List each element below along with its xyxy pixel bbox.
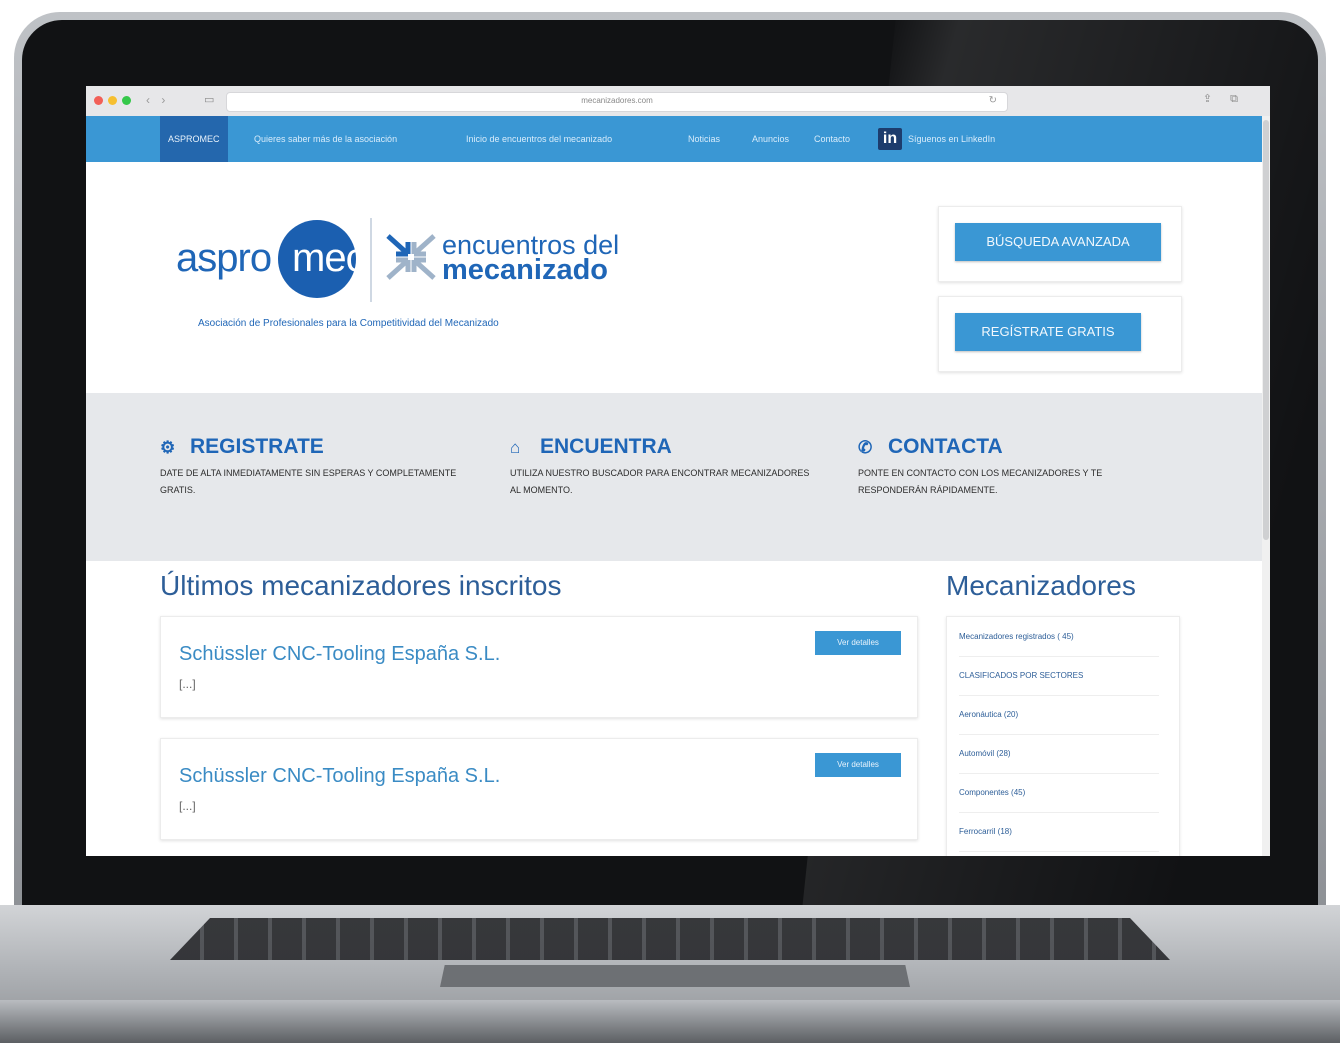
feature-find-heading: ⌂ ENCUENTRA [510,433,820,461]
company-name[interactable]: Schüssler CNC-Tooling España S.L. [179,643,500,666]
feature-find: ⌂ ENCUENTRA UTILIZA NUESTRO BUSCADOR PARA… [510,433,820,499]
sidebar-icon[interactable]: ▭ [204,93,214,106]
list-item: Schüssler CNC-Tooling España S.L. [...] … [160,616,918,718]
linkedin-icon[interactable]: in [878,128,902,150]
aspromec-logo-text-highlight: mec [292,236,366,280]
back-forward-icon[interactable]: ‹ › [146,93,169,107]
tabs-icon[interactable]: ⧉ [1230,93,1256,105]
address-bar[interactable]: mecanizadores.com ↻ [226,92,1008,112]
mecanizadores-panel: Mecanizadores registrados ( 45) CLASIFIC… [946,616,1180,856]
logo-divider [370,218,372,302]
reload-icon[interactable]: ↻ [989,95,997,106]
sidebar-item-ferrocarril[interactable]: Ferrocarril (18) [959,812,1159,852]
browser-tools: ⇪⧉ [1203,92,1256,106]
binoculars-icon: ⌂ [510,438,521,457]
nav-item-news[interactable]: Noticias [688,116,720,162]
feature-find-text: UTILIZA NUESTRO BUSCADOR PARA ENCONTRAR … [510,468,810,495]
gear-icon: ⚙ [160,438,176,457]
nav-item-ads[interactable]: Anuncios [752,116,789,162]
site-navbar: ASPROMEC Quieres saber más de la asociac… [86,116,1262,162]
maximize-window-button[interactable] [122,96,131,105]
latest-section-title: Últimos mecanizadores inscritos [160,570,562,601]
browser-toolbar: ‹ › ▭ mecanizadores.com ↻ ⇪⧉ [86,86,1270,117]
feature-register: ⚙ REGISTRATE DATE DE ALTA INMEDIATAMENTE … [160,433,470,499]
company-excerpt: [...] [179,677,196,691]
nav-item-about[interactable]: Quieres saber más de la asociación [254,116,397,162]
contact-icon: ✆ [858,438,873,457]
close-window-button[interactable] [94,96,103,105]
list-item: Schüssler CNC-Tooling España S.L. [...] … [160,738,918,840]
view-details-button[interactable]: Ver detalles [815,631,901,655]
feature-contact-heading: ✆ CONTACTA [858,433,1168,461]
advanced-search-button[interactable]: BÚSQUEDA AVANZADA [955,223,1161,261]
address-bar-url: mecanizadores.com [581,96,653,105]
register-card: REGÍSTRATE GRATIS [938,296,1182,372]
minimize-window-button[interactable] [108,96,117,105]
page-scrollbar[interactable] [1262,116,1270,856]
feature-register-title: REGISTRATE [190,435,324,458]
company-excerpt: [...] [179,799,196,813]
keyboard [170,918,1170,960]
feature-register-text: DATE DE ALTA INMEDIATAMENTE SIN ESPERAS … [160,468,457,495]
nav-item-linkedin[interactable]: Síguenos en LinkedIn [908,116,995,162]
sidebar-item-componentes[interactable]: Componentes (45) [959,773,1159,813]
scrollbar-thumb[interactable] [1263,120,1269,540]
register-free-button[interactable]: REGÍSTRATE GRATIS [955,313,1141,351]
site-tagline: Asociación de Profesionales para la Comp… [198,318,499,329]
feature-contact-text: PONTE EN CONTACTO CON LOS MECANIZADORES … [858,468,1103,495]
encuentros-arrows-icon [386,234,436,280]
feature-contact: ✆ CONTACTA PONTE EN CONTACTO CON LOS MECA… [858,433,1168,499]
sidebar-item-aeronautica[interactable]: Aeronáutica (20) [959,695,1159,735]
sidebar-item-by-sector: CLASIFICADOS POR SECTORES [959,656,1159,696]
trackpad [440,965,910,987]
feature-contact-title: CONTACTA [888,435,1003,458]
nav-item-home[interactable]: Inicio de encuentros del mecanizado [466,116,612,162]
feature-find-title: ENCUENTRA [540,435,672,458]
laptop-base-edge [0,1000,1340,1043]
nav-brand-aspromec[interactable]: ASPROMEC [160,116,228,162]
company-name[interactable]: Schüssler CNC-Tooling España S.L. [179,765,500,788]
sidebar-item-registered[interactable]: Mecanizadores registrados ( 45) [959,617,1159,657]
aspromec-logo-text: aspro [176,236,272,280]
encuentros-logo-line2: mecanizado [442,254,608,286]
nav-item-contact[interactable]: Contacto [814,116,850,162]
feature-register-heading: ⚙ REGISTRATE [160,433,470,461]
sidebar-item-automovil[interactable]: Automóvil (28) [959,734,1159,774]
advanced-search-card: BÚSQUEDA AVANZADA [938,206,1182,282]
features-band: ⚙ REGISTRATE DATE DE ALTA INMEDIATAMENTE … [86,393,1262,561]
mecanizadores-title: Mecanizadores [946,570,1136,601]
view-details-button[interactable]: Ver detalles [815,753,901,777]
share-icon[interactable]: ⇪ [1203,93,1230,105]
browser-screen: ‹ › ▭ mecanizadores.com ↻ ⇪⧉ ASPROMEC Qu… [86,86,1270,856]
